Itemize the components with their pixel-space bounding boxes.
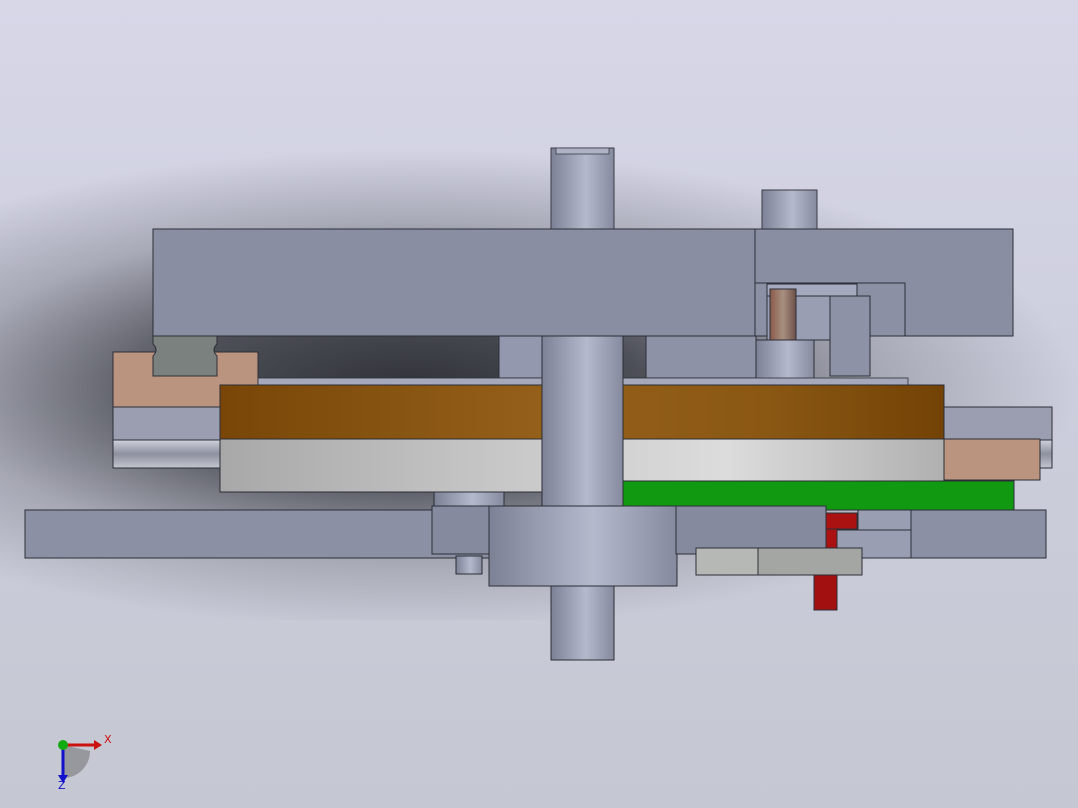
bracket-upper <box>857 509 913 531</box>
main-shaft-bottom[interactable] <box>550 585 615 661</box>
motor-mount[interactable] <box>675 505 827 555</box>
spacer-block-right[interactable] <box>645 335 757 379</box>
linear-carriage-right[interactable] <box>943 438 1041 481</box>
z-axis-label: Z <box>58 779 66 792</box>
cad-viewport[interactable]: X Z <box>0 0 1078 808</box>
locating-pin <box>455 555 483 575</box>
bearing-housing[interactable] <box>755 283 871 381</box>
base-plate-right[interactable] <box>910 509 1047 559</box>
axis-triad[interactable]: X Z <box>58 733 112 792</box>
small-boss <box>433 491 505 507</box>
hub-collar[interactable] <box>488 505 678 587</box>
top-plate[interactable] <box>152 228 1014 337</box>
secondary-shaft[interactable] <box>761 189 818 233</box>
base-plate[interactable] <box>24 509 491 559</box>
assembly-model[interactable]: X Z <box>0 0 1078 808</box>
main-shaft[interactable] <box>550 147 615 239</box>
base-clamp-left[interactable] <box>431 505 491 555</box>
guide-pad-right <box>757 547 863 576</box>
x-axis-label: X <box>104 733 112 746</box>
main-shaft-middle[interactable] <box>541 335 624 509</box>
